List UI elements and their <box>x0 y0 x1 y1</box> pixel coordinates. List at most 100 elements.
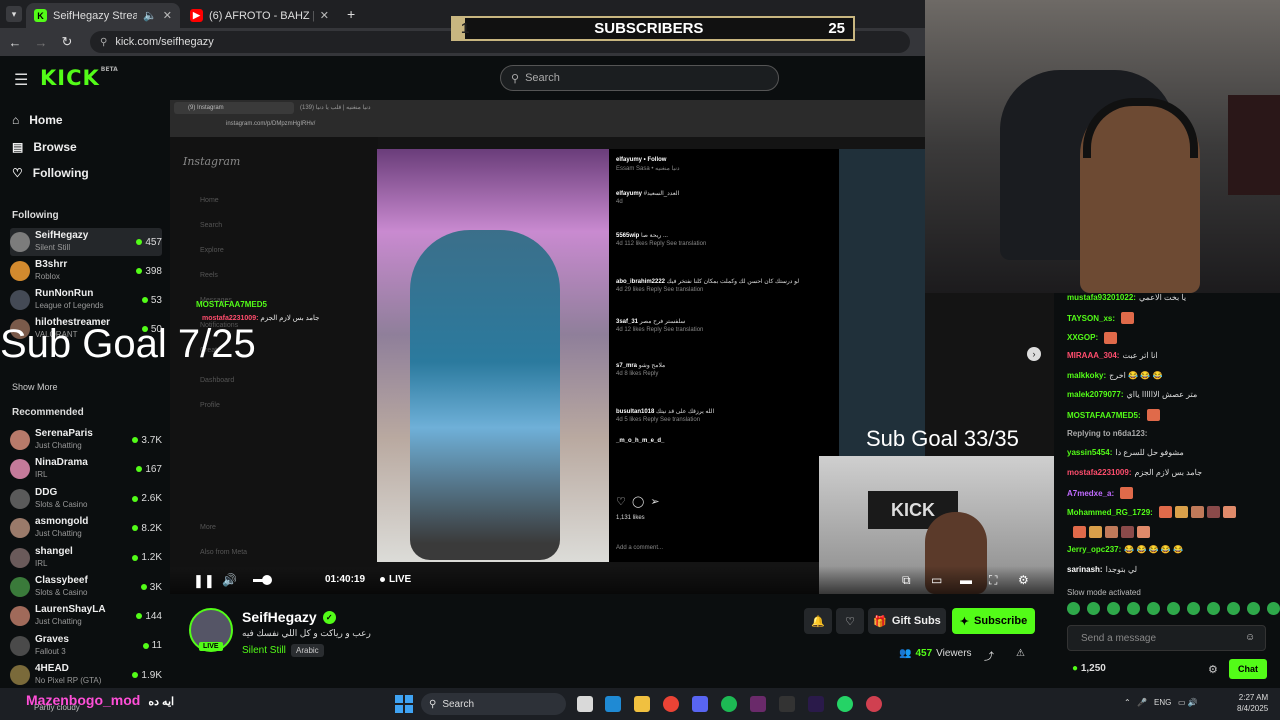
follow-button[interactable]: ♡ <box>836 608 864 634</box>
sidebar-channel[interactable]: LaurenShayLA Just Chatting 144 <box>10 602 162 630</box>
clip-icon[interactable]: ▭ <box>931 573 942 587</box>
chat-message[interactable]: MOSTAFAA7MED5: <box>1067 409 1277 422</box>
mute-icon[interactable]: 🔈 <box>143 9 157 22</box>
nav-browse[interactable]: ▤ Browse <box>12 140 77 154</box>
taskbar-search[interactable]: ⚲ Search <box>421 693 566 715</box>
new-tab-button[interactable]: + <box>347 6 355 22</box>
back-icon[interactable]: ← <box>4 31 26 53</box>
chat-message[interactable]: XXGOP: <box>1067 331 1277 344</box>
chat-message[interactable] <box>1067 525 1277 538</box>
pause-icon[interactable]: ❚❚ <box>193 573 215 589</box>
sidebar-channel[interactable]: Graves Fallout 3 11 <box>10 632 162 660</box>
tab-kick[interactable]: K SeifHegazy Stream - Watch 🔈 ✕ <box>26 3 180 28</box>
send-chat-button[interactable]: Chat <box>1229 659 1267 679</box>
close-icon[interactable]: ✕ <box>320 9 329 22</box>
chat-message[interactable]: mostafa2231009: جامد بس لازم الجزم <box>1067 468 1277 477</box>
streamer-name[interactable]: SeifHegazy ✓ <box>242 609 336 625</box>
premiere-icon[interactable] <box>808 696 824 712</box>
tab-search-button[interactable]: ▾ <box>6 6 22 22</box>
chat-username[interactable]: sarinash: <box>1067 565 1103 574</box>
app-icon[interactable] <box>779 696 795 712</box>
chat-message[interactable]: yassin5454: مشوفو حل للسرع دا <box>1067 448 1277 457</box>
chat-username[interactable]: mustafa93201022: <box>1067 293 1136 302</box>
language-tag[interactable]: Arabic <box>291 644 324 657</box>
nav-home[interactable]: ⌂ Home <box>12 113 63 127</box>
sidebar-channel[interactable]: 4HEAD No Pixel RP (GTA) 1.9K <box>10 661 162 689</box>
theater-icon[interactable]: ▬ <box>960 573 972 587</box>
chat-message[interactable]: malek2079077: متر عصش الاااااا يااي <box>1067 390 1277 399</box>
chat-message[interactable]: TAYSON_xs: <box>1067 312 1277 325</box>
chrome-icon[interactable] <box>663 696 679 712</box>
pip-icon[interactable]: ⧉ <box>902 573 911 588</box>
search-input[interactable]: ⚲ Search <box>500 65 779 91</box>
task-view-icon[interactable] <box>577 696 593 712</box>
forward-icon[interactable]: → <box>30 31 52 53</box>
sidebar-channel[interactable]: asmongold Just Chatting 8.2K <box>10 514 162 542</box>
chat-username[interactable]: Mohammed_RG_1729: <box>1067 508 1153 517</box>
gear-icon[interactable]: ⚙ <box>1208 663 1218 676</box>
spotify-icon[interactable] <box>721 696 737 712</box>
whatsapp-icon[interactable] <box>837 696 853 712</box>
stream-category[interactable]: Silent Still <box>242 645 286 656</box>
chat-username[interactable]: yassin5454: <box>1067 448 1112 457</box>
subscribe-button[interactable]: ✦ Subscribe <box>952 608 1035 634</box>
avatar <box>10 547 30 568</box>
windows-start-icon[interactable] <box>395 695 413 713</box>
file-explorer-icon[interactable] <box>634 696 650 712</box>
chat-message[interactable]: mustafa93201022: يا بخت الاعمي <box>1067 293 1277 302</box>
avatar <box>10 635 30 656</box>
live-indicator[interactable]: LIVE <box>380 574 411 585</box>
notification-bell-button[interactable]: 🔔 <box>804 608 832 634</box>
chat-message[interactable]: malkkoky: اخرج 😂 😂 😂 <box>1067 371 1277 380</box>
volume-knob[interactable] <box>262 575 272 585</box>
sidebar-channel[interactable]: shangel IRL 1.2K <box>10 544 162 572</box>
chat-username[interactable]: malkkoky: <box>1067 371 1106 380</box>
volume-icon[interactable]: 🔊 <box>222 573 237 587</box>
chat-username[interactable]: A7medxe_a: <box>1067 489 1114 498</box>
clock[interactable]: 2:27 AM 8/4/2025 <box>1237 692 1268 714</box>
chat-username[interactable]: Replying to n6da123: <box>1067 429 1147 438</box>
sidebar-channel[interactable]: B3shrr Roblox 398 <box>10 257 162 285</box>
chat-message[interactable]: A7medxe_a: <box>1067 487 1277 499</box>
discord-icon[interactable] <box>692 696 708 712</box>
edge-icon[interactable] <box>605 696 621 712</box>
fullscreen-icon[interactable]: ⛶ <box>989 573 997 588</box>
chat-username[interactable]: mostafa2231009: <box>1067 468 1131 477</box>
sidebar-channel[interactable]: SerenaParis Just Chatting 3.7K <box>10 426 162 454</box>
gear-icon[interactable]: ⚙ <box>1018 573 1029 587</box>
close-icon[interactable]: ✕ <box>163 9 172 22</box>
app-icon[interactable] <box>866 696 882 712</box>
chat-username[interactable]: XXGOP: <box>1067 333 1098 342</box>
tab-youtube[interactable]: ▶ (6) AFROTO - BAHZ | بهظ - روتو ✕ <box>182 3 337 28</box>
share-icon[interactable]: ⤴ <box>984 648 994 663</box>
menu-icon[interactable]: ☰ <box>14 70 28 90</box>
reload-icon[interactable]: ↻ <box>56 31 78 53</box>
show-more-button[interactable]: Show More <box>12 382 58 392</box>
emote-bar[interactable] <box>1067 602 1280 615</box>
chat-message[interactable]: sarinash: لي بتوجدا <box>1067 565 1277 574</box>
sidebar-channel[interactable]: NinaDrama IRL 167 <box>10 455 162 483</box>
chat-username[interactable]: Jerry_opc237: <box>1067 545 1121 554</box>
kick-logo[interactable]: KICKBETA <box>40 66 118 90</box>
emoji-icon[interactable]: ☺ <box>1245 632 1255 643</box>
site-info-icon[interactable]: ⚲ <box>100 37 107 48</box>
chat-message[interactable]: MIRAAA_304: انا اتر عبت <box>1067 351 1277 360</box>
chat-username[interactable]: malek2079077: <box>1067 390 1124 399</box>
app-icon[interactable] <box>750 696 766 712</box>
sidebar-channel[interactable]: SeifHegazy Silent Still 457 <box>10 228 162 256</box>
report-icon[interactable]: ⚠ <box>1016 648 1025 659</box>
chat-message[interactable]: Jerry_opc237: 😂 😂 😂 😂 😂 <box>1067 545 1277 554</box>
sidebar-channel[interactable]: DDG Slots & Casino 2.6K <box>10 485 162 513</box>
chat-input[interactable]: Send a message <box>1067 625 1266 651</box>
chat-username[interactable]: MIRAAA_304: <box>1067 351 1119 360</box>
chat-message[interactable]: Mohammed_RG_1729: <box>1067 506 1277 519</box>
chat-username[interactable]: MOSTAFAA7MED5: <box>1067 411 1141 420</box>
gift-subs-button[interactable]: 🎁 Gift Subs <box>868 608 946 634</box>
system-tray[interactable]: ⌃ 🎤 ENG ▭ 🔊 <box>1124 698 1198 707</box>
chat-username[interactable]: TAYSON_xs: <box>1067 314 1115 323</box>
sidebar-channel[interactable]: RunNonRun League of Legends 53 <box>10 286 162 314</box>
chat-message[interactable]: Replying to n6da123: <box>1067 429 1277 438</box>
nav-following[interactable]: ♡ Following <box>12 166 89 180</box>
sidebar-channel[interactable]: Classybeef Slots & Casino 3K <box>10 573 162 601</box>
channel-points[interactable]: ● 1,250 <box>1072 663 1106 674</box>
